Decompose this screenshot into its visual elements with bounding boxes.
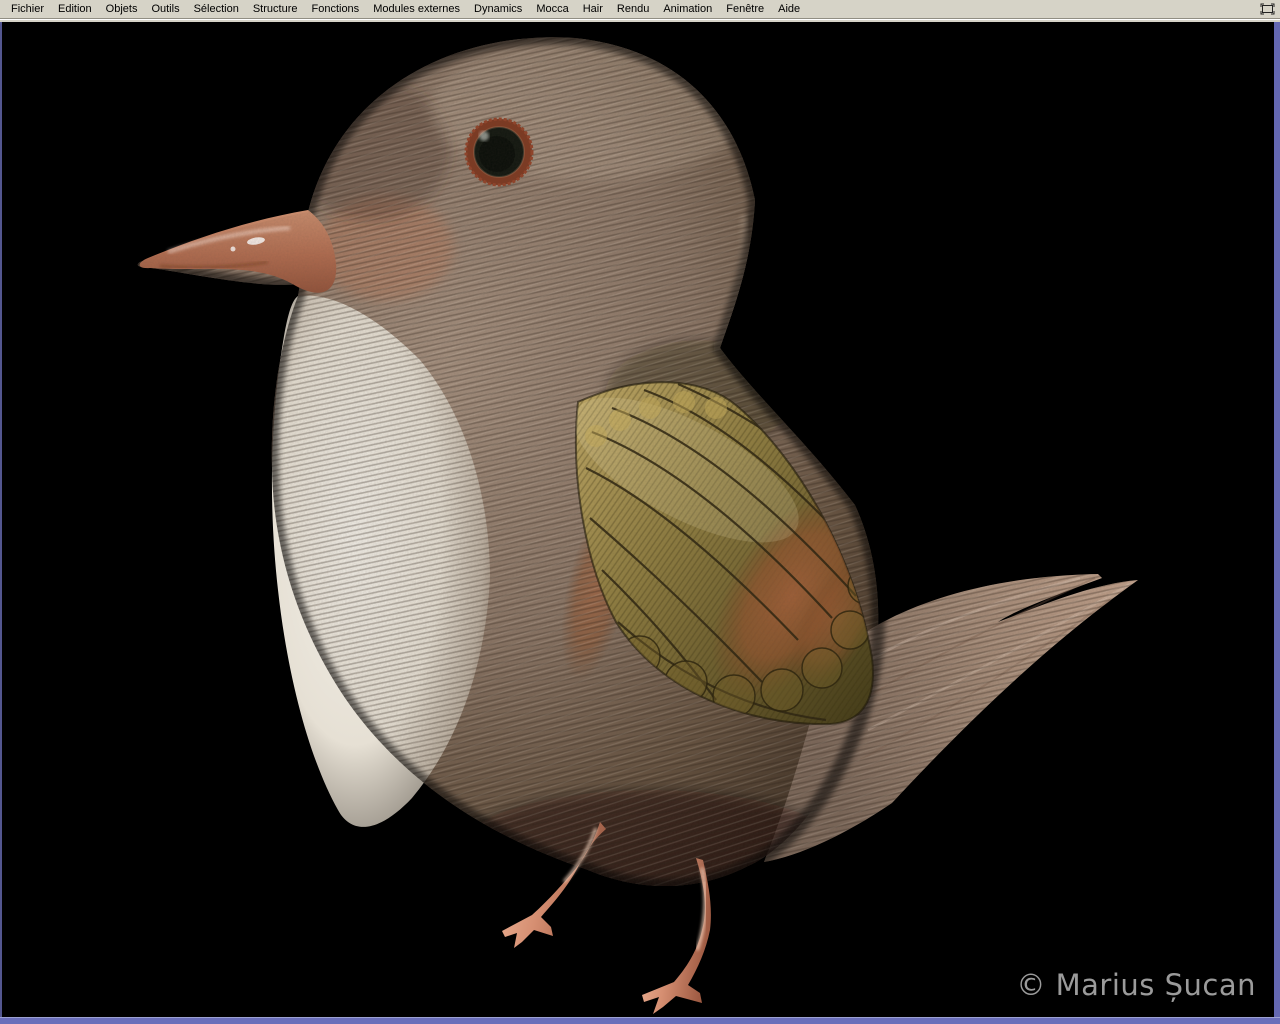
menu-item-outils[interactable]: Outils	[144, 0, 186, 18]
menu-item-fonctions[interactable]: Fonctions	[304, 0, 366, 18]
viewport-layout-icon[interactable]	[1260, 3, 1275, 15]
viewport-3d[interactable]: © Marius Șucan	[0, 22, 1280, 1024]
menu-item-mocca[interactable]: Mocca	[529, 0, 575, 18]
menu-item-fenetre[interactable]: Fenêtre	[719, 0, 771, 18]
menu-item-dynamics[interactable]: Dynamics	[467, 0, 529, 18]
viewport-frame-bottom	[0, 1017, 1280, 1024]
menu-bar: Fichier Edition Objets Outils Sélection …	[0, 0, 1280, 18]
menu-item-modules-externes[interactable]: Modules externes	[366, 0, 467, 18]
copyright-watermark: © Marius Șucan	[1016, 968, 1256, 1002]
viewport-frame-left	[0, 22, 2, 1017]
menu-item-aide[interactable]: Aide	[771, 0, 807, 18]
menu-item-structure[interactable]: Structure	[246, 0, 305, 18]
menu-item-objets[interactable]: Objets	[99, 0, 145, 18]
menu-item-edition[interactable]: Edition	[51, 0, 99, 18]
application-window: Fichier Edition Objets Outils Sélection …	[0, 0, 1280, 1024]
bird-render	[0, 22, 1280, 1024]
menu-bar-bevel	[0, 18, 1280, 22]
menu-item-animation[interactable]: Animation	[656, 0, 719, 18]
viewport-frame-right	[1274, 22, 1280, 1024]
menu-item-hair[interactable]: Hair	[576, 0, 610, 18]
menu-item-rendu[interactable]: Rendu	[610, 0, 656, 18]
menu-item-selection[interactable]: Sélection	[187, 0, 246, 18]
menu-item-fichier[interactable]: Fichier	[4, 0, 51, 18]
